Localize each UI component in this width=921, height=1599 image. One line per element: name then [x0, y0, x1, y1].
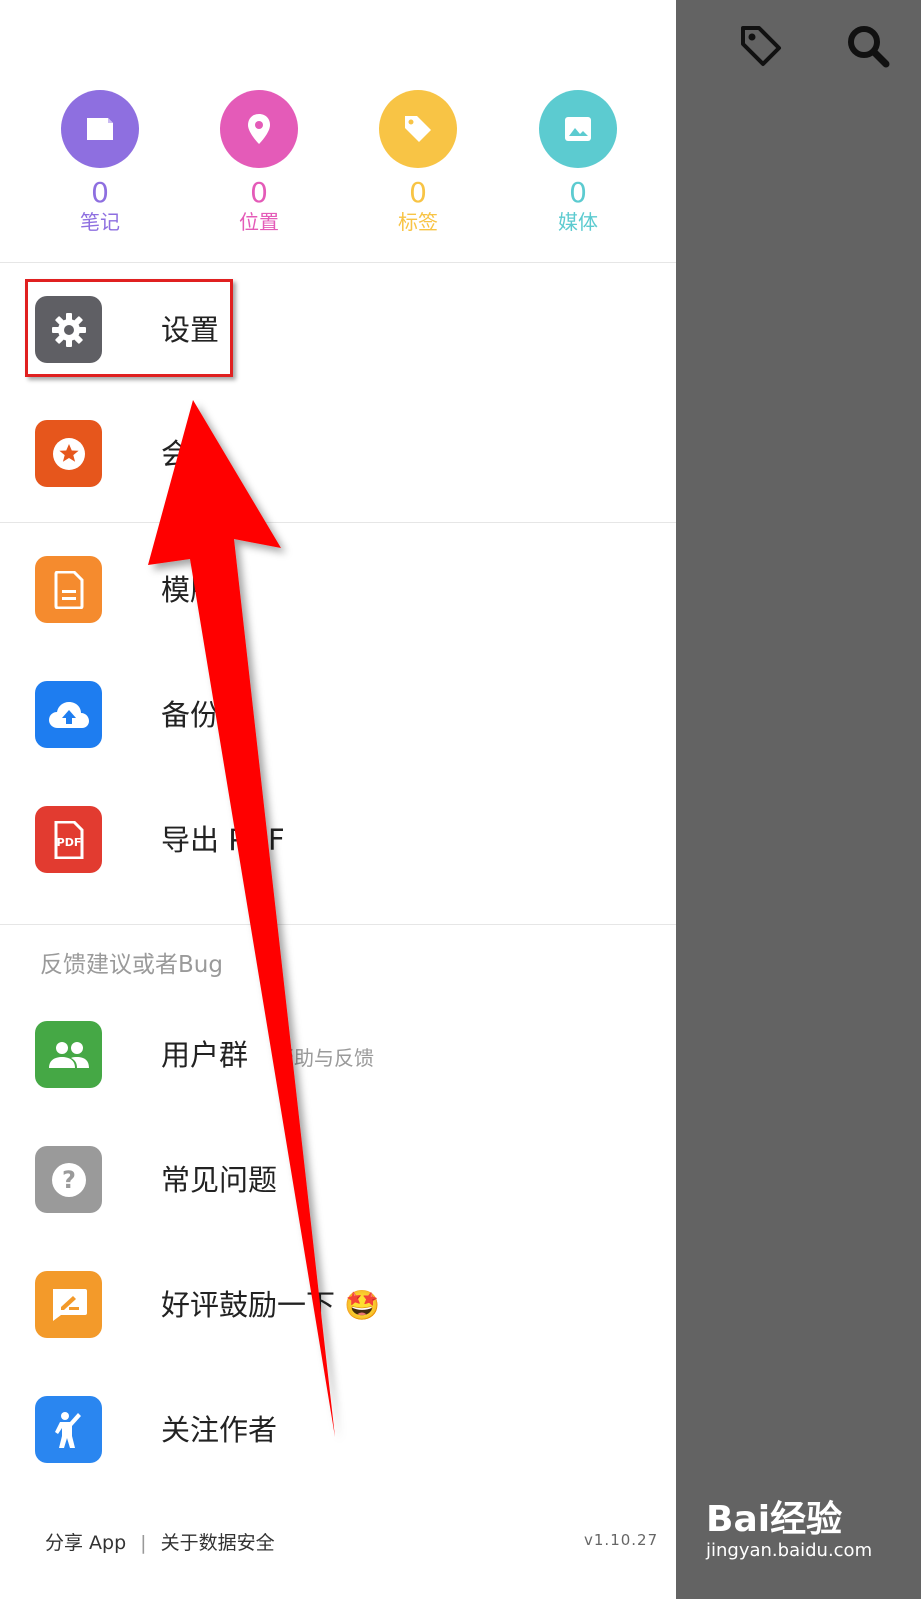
menu-item-label: 常见问题 [161, 1163, 278, 1197]
feedback-section-title: 反馈建议或者Bug [40, 952, 223, 978]
pdf-icon: PDF [35, 806, 102, 873]
rate-edit-icon [35, 1271, 102, 1338]
divider [0, 522, 676, 523]
stats-row: 0 笔记 0 位置 0 标签 0 媒体 [0, 90, 676, 250]
stat-label: 标签 [398, 210, 438, 234]
document-icon [35, 556, 102, 623]
watermark-logo: Bai经验 [706, 1499, 843, 1540]
menu-item-user-group[interactable]: 用户群 帮助与反馈 [0, 1005, 676, 1105]
share-app-link[interactable]: 分享 App [45, 1532, 126, 1554]
menu-item-label: 好评鼓励一下 🤩 [161, 1288, 381, 1322]
stat-count: 0 [91, 176, 109, 209]
tag-icon[interactable] [737, 22, 785, 70]
menu-item-backup[interactable]: 备份 [0, 665, 676, 765]
stat-count: 0 [569, 176, 587, 209]
menu-item-label: 关注作者 [161, 1413, 278, 1447]
svg-text:PDF: PDF [56, 836, 81, 849]
data-security-link[interactable]: 关于数据安全 [161, 1532, 275, 1554]
divider [0, 924, 676, 925]
note-icon [61, 90, 139, 168]
menu-item-label: 模版 [161, 573, 220, 607]
location-pin-icon [220, 90, 298, 168]
stat-label: 媒体 [558, 210, 598, 234]
menu-item-title: 用户群 [161, 1038, 249, 1072]
highlight-box [25, 279, 233, 377]
menu-item-rate[interactable]: 好评鼓励一下 🤩 [0, 1255, 676, 1355]
users-icon [35, 1021, 102, 1088]
menu-item-label: 备份 [161, 698, 220, 732]
stat-notes[interactable]: 0 笔记 [40, 90, 160, 234]
drawer-footer: 分享 App | 关于数据安全 [45, 1528, 275, 1555]
menu-item-label: 会 [161, 437, 191, 471]
menu-item-label: 导出 PDF [161, 823, 285, 857]
tag-icon [379, 90, 457, 168]
menu-item-subtitle: 帮助与反馈 [274, 1046, 375, 1070]
menu-item-follow-author[interactable]: 关注作者 [0, 1380, 676, 1480]
stat-tags[interactable]: 0 标签 [358, 90, 478, 234]
stat-locations[interactable]: 0 位置 [199, 90, 319, 234]
menu-item-templates[interactable]: 模版 [0, 540, 676, 640]
stat-count: 0 [250, 176, 268, 209]
question-icon: ? [35, 1146, 102, 1213]
person-waving-icon [35, 1396, 102, 1463]
search-icon[interactable] [844, 22, 892, 70]
menu-item-faq[interactable]: ? 常见问题 [0, 1130, 676, 1230]
app-version: v1.10.27 [584, 1531, 659, 1549]
menu-item-label: 用户群 帮助与反馈 [161, 1039, 374, 1074]
navigation-drawer: 0 笔记 0 位置 0 标签 0 媒体 设置 会 模版 备份 PDF 导出 PD… [0, 0, 676, 1599]
divider [0, 262, 676, 263]
menu-item-export-pdf[interactable]: PDF 导出 PDF [0, 790, 676, 890]
footer-separator: | [140, 1532, 147, 1554]
stat-label: 笔记 [80, 210, 120, 234]
baidu-watermark: Bai经验 jingyan.baidu.com [706, 1500, 872, 1562]
star-badge-icon [35, 420, 102, 487]
svg-text:?: ? [62, 1166, 76, 1194]
image-icon [539, 90, 617, 168]
menu-item-membership[interactable]: 会 [0, 404, 676, 504]
stat-media[interactable]: 0 媒体 [518, 90, 638, 234]
watermark-site: jingyan.baidu.com [706, 1540, 873, 1561]
cloud-upload-icon [35, 681, 102, 748]
stat-label: 位置 [239, 210, 279, 234]
stat-count: 0 [409, 176, 427, 209]
